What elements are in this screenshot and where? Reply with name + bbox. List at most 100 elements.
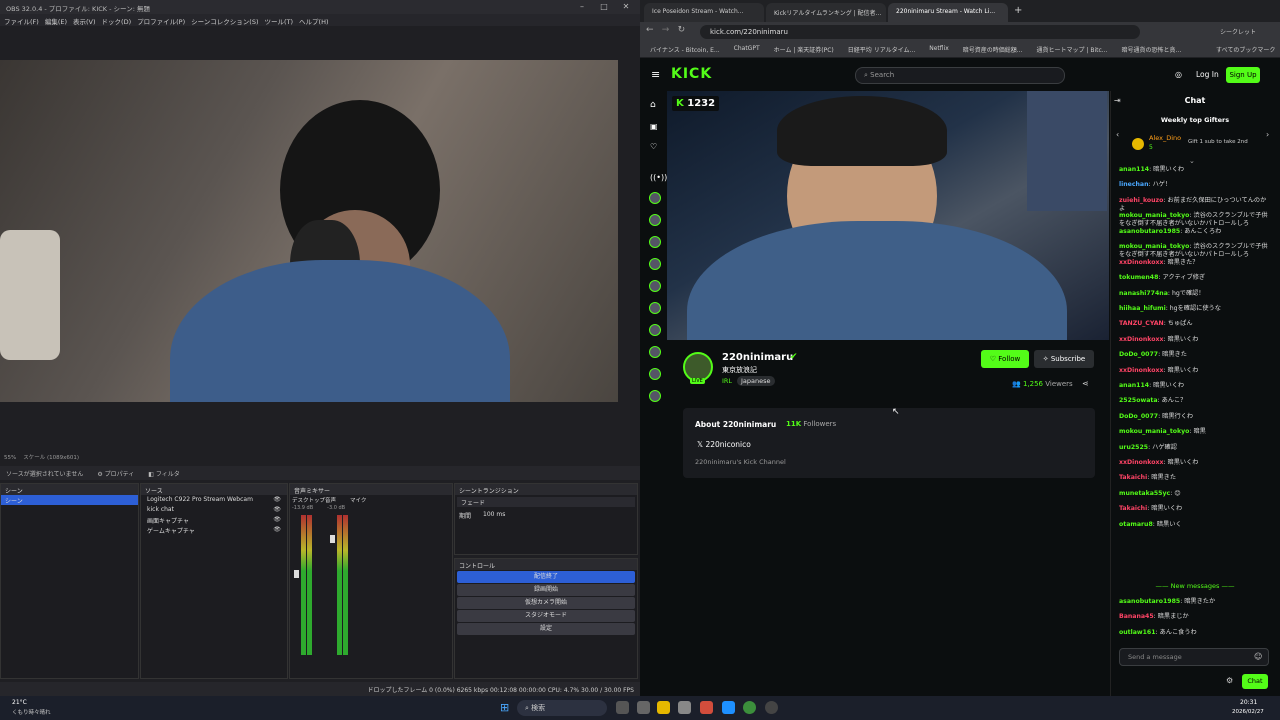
all-bookmarks[interactable]: すべてのブックマーク	[1216, 45, 1275, 54]
channel-avatar[interactable]	[649, 192, 661, 204]
menu-profile[interactable]: プロファイル(P)	[137, 16, 185, 26]
back-icon[interactable]: ←	[646, 25, 654, 35]
weather-desc[interactable]: くもり時々晴れ	[12, 708, 51, 716]
new-tab-icon[interactable]: +	[1010, 3, 1026, 22]
kick-logo[interactable]: KICK	[671, 66, 712, 82]
channel-avatar[interactable]	[649, 236, 661, 248]
eye-icon[interactable]: 👁	[273, 526, 281, 534]
zoom-value[interactable]: 55%	[4, 455, 16, 461]
chat-username[interactable]: tokumen48	[1119, 274, 1158, 281]
menu-scene-collection[interactable]: シーンコレクション(S)	[191, 16, 258, 26]
chat-username[interactable]: hiihaa_hifumi	[1119, 305, 1166, 312]
following-icon[interactable]: ♡	[650, 142, 657, 151]
follow-button[interactable]: ♡ Follow	[981, 350, 1029, 368]
gift-prompt[interactable]: Gift 1 sub to take 2nd	[1188, 139, 1248, 145]
channel-avatar[interactable]	[649, 390, 661, 402]
channel-avatar[interactable]	[649, 214, 661, 226]
search-input[interactable]: ⌕ Search	[855, 67, 1065, 84]
chat-username[interactable]: nanashi774na	[1119, 290, 1168, 297]
obs-icon[interactable]	[765, 701, 778, 714]
chat-username[interactable]: xxDinonkoxx	[1119, 459, 1163, 466]
emoji-icon[interactable]: ☺	[1254, 652, 1262, 661]
menu-dock[interactable]: ドック(D)	[102, 16, 132, 26]
office-icon[interactable]	[700, 701, 713, 714]
minimize-icon[interactable]: –	[572, 2, 592, 11]
volume-slider-handle[interactable]	[294, 570, 299, 578]
bookmark-item[interactable]: 暗号資産の時価総額...	[963, 45, 1023, 54]
menu-help[interactable]: ヘルプ(H)	[299, 16, 328, 26]
chat-input[interactable]: Send a message	[1119, 648, 1269, 666]
tab-kick-ranking[interactable]: Kickリアルタイムランキング | 配信者...	[766, 3, 886, 22]
globe-icon[interactable]: ◎	[1175, 70, 1182, 79]
chat-username[interactable]: zuiehi_kouzo	[1119, 197, 1163, 204]
studio-mode-button[interactable]: スタジオモード	[457, 610, 635, 622]
volume-slider-handle[interactable]	[330, 535, 335, 543]
chevron-down-icon[interactable]: ⌄	[1189, 157, 1195, 165]
stream-video[interactable]	[667, 91, 1109, 340]
incognito-label[interactable]: シークレット	[1220, 27, 1256, 36]
settings-button[interactable]: 設定	[457, 623, 635, 635]
channel-name[interactable]: 220ninimaru	[722, 352, 793, 363]
explorer-icon[interactable]	[657, 701, 670, 714]
chevron-left-icon[interactable]: ‹	[1116, 130, 1119, 139]
language-tag[interactable]: Japanese	[737, 376, 775, 386]
clock-date[interactable]: 2026/02/27	[1232, 709, 1264, 715]
menu-file[interactable]: ファイル(F)	[4, 16, 39, 26]
scene-item[interactable]: シーン	[1, 495, 138, 505]
tab-ice-poseidon[interactable]: Ice Poseidon Stream - Watch...	[644, 3, 764, 22]
browse-icon[interactable]: ▣	[650, 122, 658, 131]
source-item[interactable]: ゲームキャプチャ 👁	[141, 525, 287, 535]
channel-avatar[interactable]	[649, 324, 661, 336]
edge-icon[interactable]	[722, 701, 735, 714]
start-virtual-camera-button[interactable]: 仮想カメラ開始	[457, 597, 635, 609]
eye-icon[interactable]: 👁	[273, 506, 281, 514]
channel-avatar[interactable]	[649, 258, 661, 270]
properties-button[interactable]: ⚙ プロパティ	[97, 469, 134, 478]
home-icon[interactable]: ⌂	[650, 100, 656, 110]
chat-username[interactable]: uru2525	[1119, 444, 1148, 451]
eye-icon[interactable]: 👁	[273, 516, 281, 524]
transition-select[interactable]: フェード	[457, 497, 635, 507]
chrome-icon[interactable]	[743, 701, 756, 714]
chat-username[interactable]: DoDo_0077	[1119, 351, 1158, 358]
menu-edit[interactable]: 編集(E)	[45, 16, 67, 26]
url-field[interactable]: kick.com/220ninimaru	[700, 25, 1140, 39]
chat-username[interactable]: Takaichi	[1119, 474, 1147, 481]
channel-avatar[interactable]	[649, 280, 661, 292]
chat-username[interactable]: asanobutaro1985	[1119, 598, 1180, 605]
source-item[interactable]: 画面キャプチャ 👁	[141, 515, 287, 525]
clock-time[interactable]: 20:31	[1240, 699, 1257, 706]
reload-icon[interactable]: ↻	[678, 25, 686, 35]
chat-send-button[interactable]: Chat	[1242, 674, 1268, 689]
chat-username[interactable]: munetaka55yc	[1119, 490, 1170, 497]
chat-username[interactable]: outlaw161	[1119, 629, 1156, 636]
chevron-right-icon[interactable]: ›	[1266, 130, 1269, 139]
chat-username[interactable]: anan114	[1119, 382, 1149, 389]
bookmark-item[interactable]: 通貨ヒートマップ | Bitc...	[1037, 45, 1108, 54]
live-icon[interactable]: ((•))	[650, 173, 667, 182]
duration-input[interactable]: 100 ms	[483, 511, 505, 520]
bookmark-item[interactable]: ホーム | 楽天証券(PC)	[774, 45, 834, 54]
channel-avatar[interactable]	[649, 302, 661, 314]
subscribe-button[interactable]: ✧ Subscribe	[1034, 350, 1094, 368]
chat-username[interactable]: mokou_mania_tokyo	[1119, 212, 1189, 219]
chat-username[interactable]: linechan	[1119, 181, 1149, 188]
gifter-name[interactable]: Alex_Dino	[1149, 134, 1181, 142]
signup-button[interactable]: Sign Up	[1226, 67, 1260, 83]
chat-username[interactable]: anan114	[1119, 166, 1149, 173]
chat-username[interactable]: otamaru8	[1119, 521, 1153, 528]
chat-username[interactable]: mokou_mania_tokyo	[1119, 428, 1189, 435]
stop-streaming-button[interactable]: 配信終了	[457, 571, 635, 583]
forward-icon[interactable]: →	[662, 25, 670, 35]
menu-view[interactable]: 表示(V)	[73, 16, 96, 26]
start-icon[interactable]: ⊞	[500, 701, 509, 714]
bookmark-item[interactable]: ChatGPT	[734, 45, 760, 54]
login-button[interactable]: Log In	[1196, 70, 1219, 79]
chat-username[interactable]: xxDinonkoxx	[1119, 367, 1163, 374]
chat-username[interactable]: Takaichi	[1119, 505, 1147, 512]
start-recording-button[interactable]: 録画開始	[457, 584, 635, 596]
category-link[interactable]: IRL	[722, 377, 732, 385]
eye-icon[interactable]: 👁	[273, 496, 281, 504]
chat-username[interactable]: 2525owata	[1119, 397, 1158, 404]
bookmark-item[interactable]: 日経平均 リアルタイム...	[848, 45, 915, 54]
